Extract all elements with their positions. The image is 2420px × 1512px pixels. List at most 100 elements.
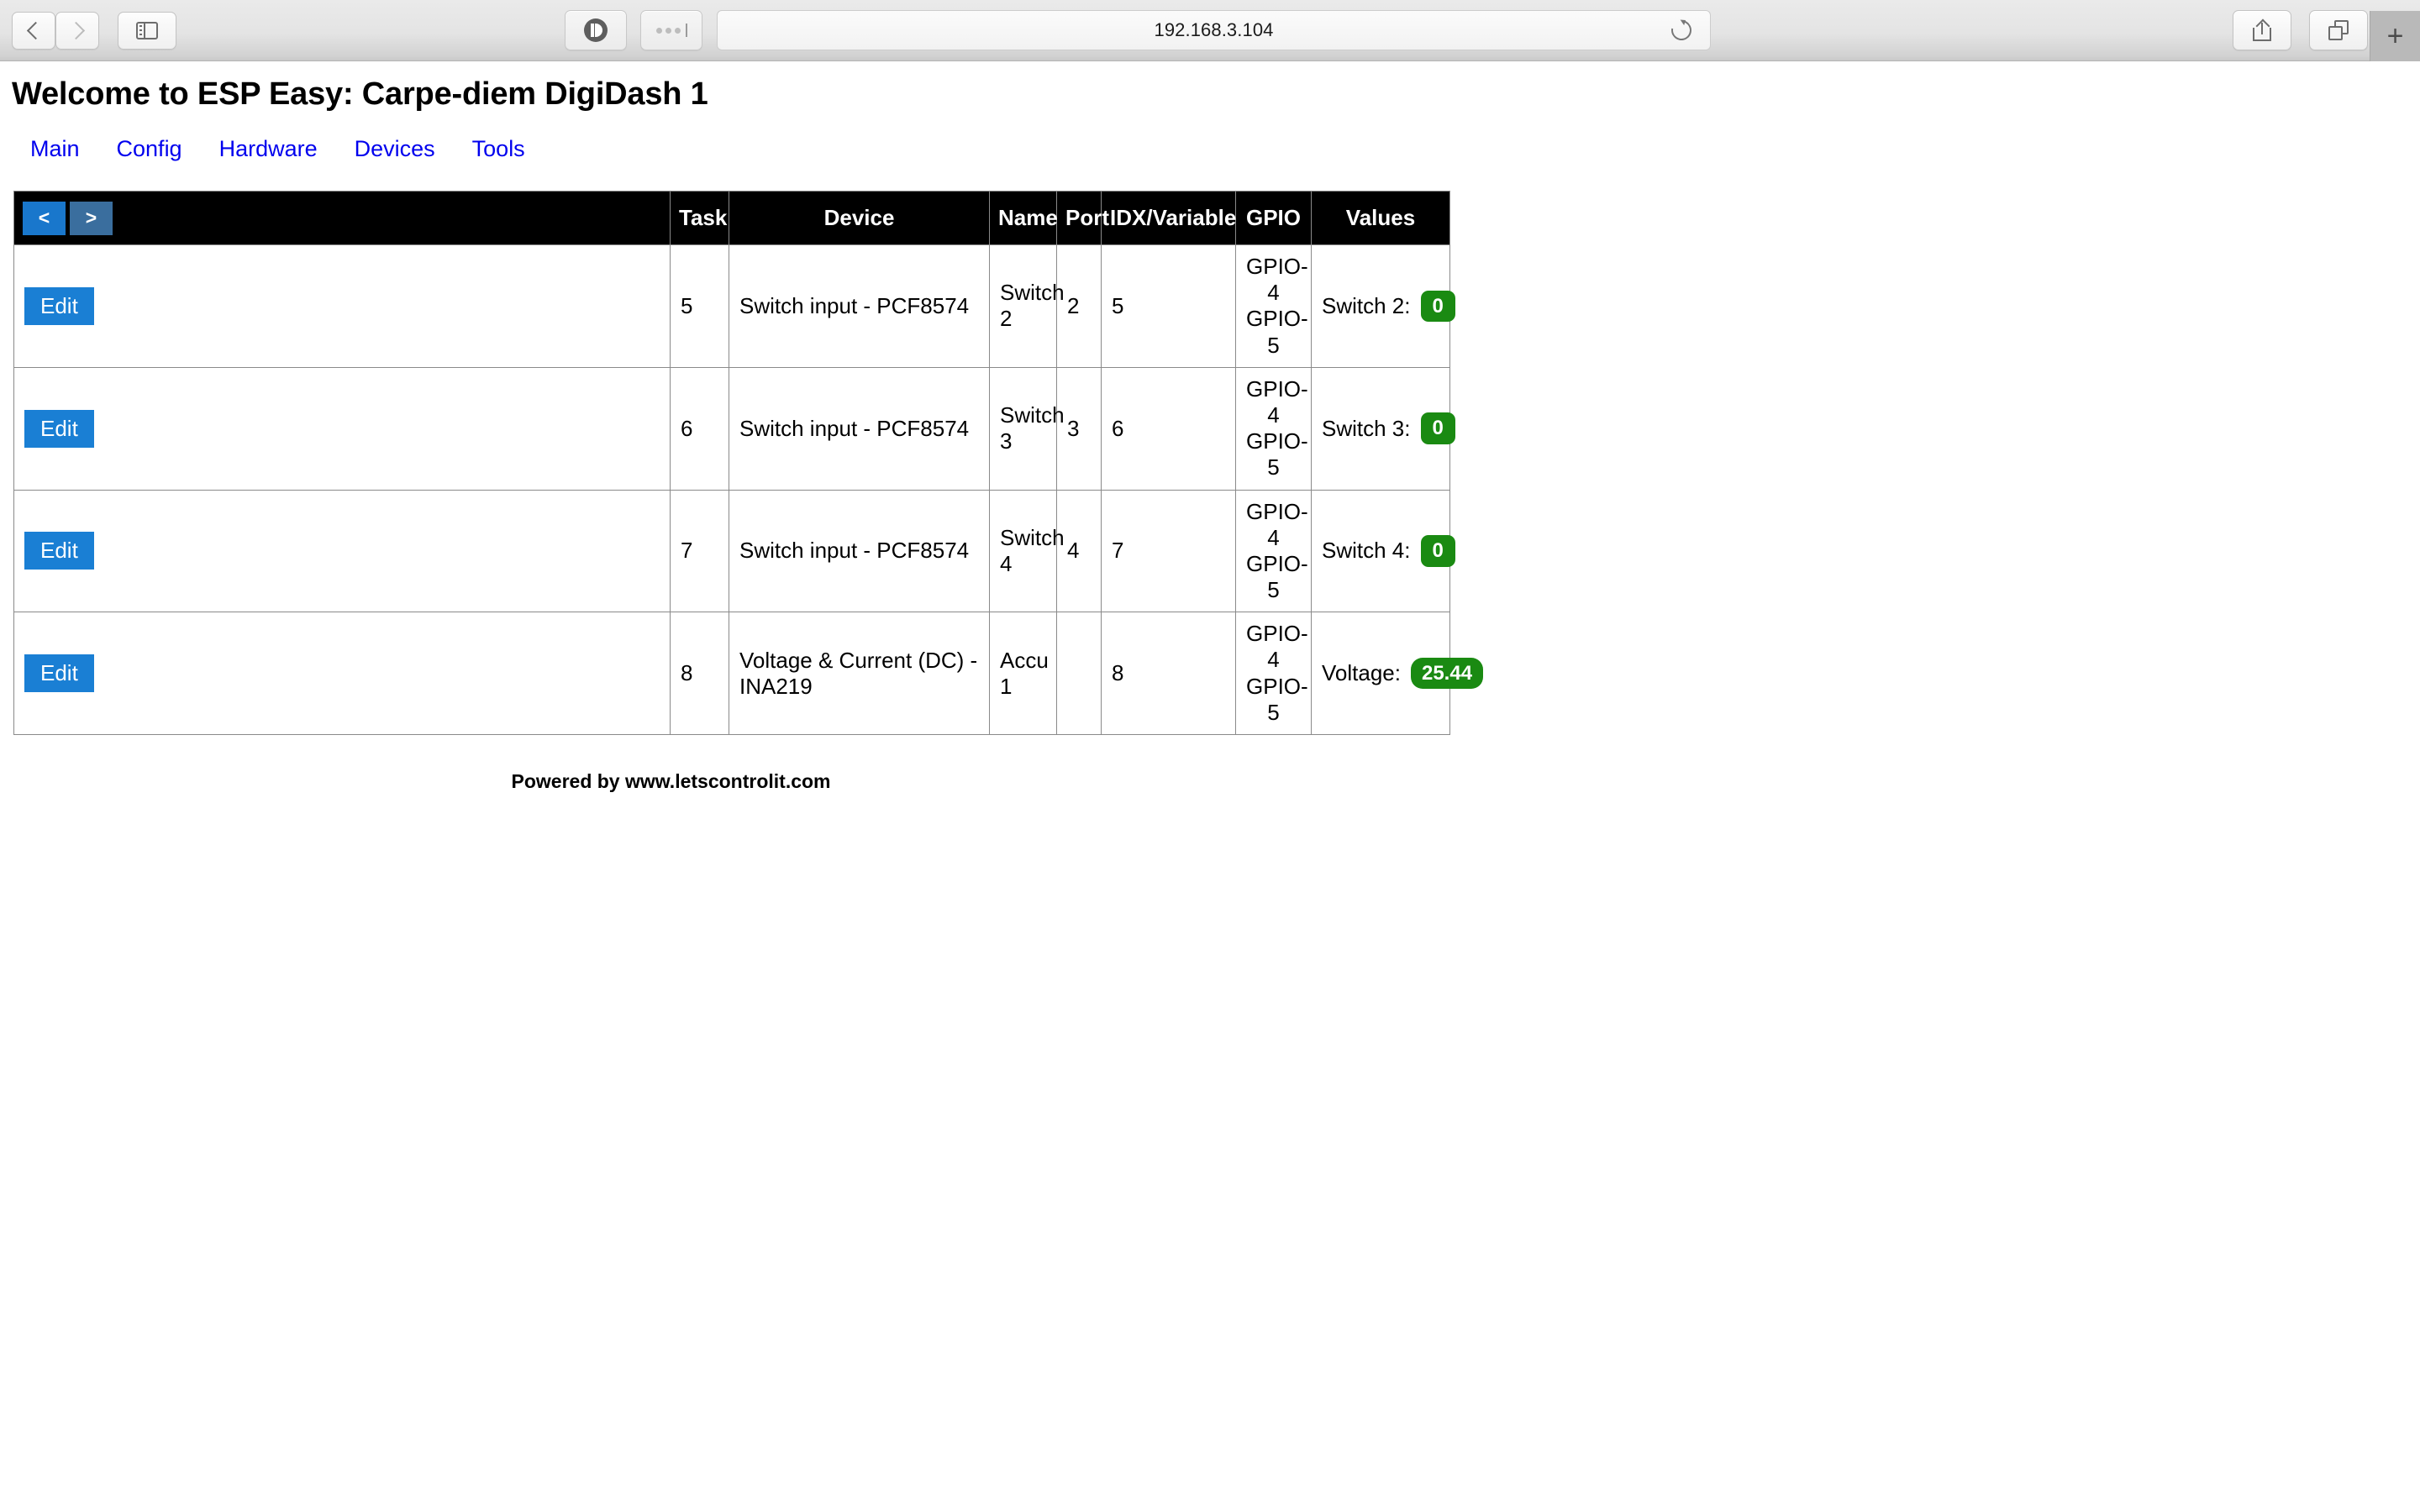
cell-task: 6 (670, 366, 729, 491)
column-header-port: Port (1056, 191, 1109, 245)
gpio-lines: GPIO-4 GPIO-5 (1246, 375, 1308, 481)
page-title: Welcome to ESP Easy: Carpe-diem DigiDash… (12, 76, 708, 112)
pager-prev-button[interactable]: < (23, 201, 66, 235)
value-label: Switch 2: (1322, 292, 1411, 318)
cell-idx: 8 (1101, 612, 1236, 735)
pushbullet-extension-button[interactable] (565, 10, 627, 50)
url-text: 192.168.3.104 (1154, 19, 1274, 40)
cell-task: 7 (670, 489, 729, 613)
value-group: Voltage: 25.44 (1322, 657, 1484, 690)
cell-port: 3 (1056, 366, 1102, 491)
main-nav: Main Config Hardware Devices Tools (0, 113, 2420, 162)
cell-device: Switch input - PCF8574 (729, 366, 990, 491)
devices-table-head: < > Task Device Name Port IDX/Variable G… (13, 191, 1450, 245)
gpio-lines: GPIO-4 GPIO-5 (1246, 621, 1308, 726)
share-button[interactable] (2233, 10, 2291, 50)
cell-port: 2 (1056, 244, 1102, 368)
value-label: Voltage: (1322, 660, 1401, 686)
status-badge: 0 (1420, 290, 1455, 323)
edit-cell: Edit (13, 366, 671, 491)
edit-button[interactable]: Edit (24, 654, 94, 693)
column-header-values: Values (1311, 191, 1450, 245)
new-tab-button[interactable]: + (2370, 11, 2420, 61)
gpio-line-1: GPIO-4 (1246, 621, 1308, 673)
page-content: Welcome to ESP Easy: Carpe-diem DigiDash… (0, 61, 2420, 793)
cell-task: 5 (670, 244, 729, 368)
cell-gpio: GPIO-4 GPIO-5 (1235, 489, 1312, 613)
column-header-task: Task (670, 191, 729, 245)
column-header-device: Device (729, 191, 990, 245)
pager-next-button[interactable]: > (70, 201, 113, 235)
value-group: Switch 4: 0 (1322, 535, 1455, 567)
value-group: Switch 2: 0 (1322, 290, 1455, 323)
gpio-lines: GPIO-4 GPIO-5 (1246, 498, 1308, 604)
back-button[interactable] (12, 12, 55, 50)
column-header-idx: IDX/Variable (1101, 191, 1236, 245)
address-bar[interactable]: 192.168.3.104 (717, 10, 1711, 50)
nav-link-hardware[interactable]: Hardware (219, 136, 318, 162)
edit-cell: Edit (13, 489, 671, 613)
cell-port (1056, 612, 1102, 735)
cell-idx: 7 (1101, 489, 1236, 613)
gpio-line-2: GPIO-5 (1246, 550, 1308, 603)
nav-link-tools[interactable]: Tools (472, 136, 525, 162)
table-row: Edit 7 Switch input - PCF8574 Switch 4 4… (13, 489, 1455, 613)
nav-link-devices[interactable]: Devices (355, 136, 435, 162)
gpio-line-2: GPIO-5 (1246, 428, 1308, 480)
tab-overview-button[interactable] (2309, 10, 2368, 50)
value-group: Switch 3: 0 (1322, 412, 1455, 444)
sidebar-toggle-icon (136, 22, 158, 39)
cell-values: Switch 2: 0 (1311, 244, 1455, 368)
devices-table: < > Task Device Name Port IDX/Variable G… (13, 191, 1484, 735)
show-tab-overview-icon (2328, 20, 2349, 40)
password-manager-icon (655, 24, 687, 37)
cell-values: Switch 4: 0 (1311, 489, 1455, 613)
browser-toolbar: 192.168.3.104 + (0, 0, 2420, 61)
cell-gpio: GPIO-4 GPIO-5 (1235, 366, 1312, 491)
cell-name: Accu 1 (989, 612, 1057, 735)
column-header-gpio: GPIO (1235, 191, 1312, 245)
status-badge: 0 (1420, 535, 1455, 567)
gpio-line-1: GPIO-4 (1246, 254, 1308, 306)
new-tab-label: + (2386, 20, 2404, 52)
share-icon (2253, 18, 2271, 41)
table-row: Edit 5 Switch input - PCF8574 Switch 2 2… (13, 244, 1455, 368)
devices-table-body: Edit 5 Switch input - PCF8574 Switch 2 2… (13, 244, 1484, 735)
cell-device: Switch input - PCF8574 (729, 244, 990, 368)
gpio-line-1: GPIO-4 (1246, 498, 1308, 550)
pushbullet-extension-icon (584, 18, 608, 42)
gpio-line-2: GPIO-5 (1246, 306, 1308, 358)
edit-button[interactable]: Edit (24, 286, 94, 325)
chevron-left-icon (26, 21, 45, 40)
cell-idx: 6 (1101, 366, 1236, 491)
cell-device: Switch input - PCF8574 (729, 489, 990, 613)
password-manager-button[interactable] (640, 10, 702, 50)
table-row: Edit 6 Switch input - PCF8574 Switch 3 3… (13, 366, 1455, 491)
sidebar-toggle-button[interactable] (118, 12, 176, 50)
gpio-line-2: GPIO-5 (1246, 673, 1308, 725)
nav-link-main[interactable]: Main (30, 136, 80, 162)
cell-port: 4 (1056, 489, 1102, 613)
edit-cell: Edit (13, 612, 671, 735)
cell-idx: 5 (1101, 244, 1236, 368)
edit-button[interactable]: Edit (24, 532, 94, 570)
reload-icon[interactable] (1667, 16, 1696, 45)
edit-cell: Edit (13, 244, 671, 368)
nav-link-config[interactable]: Config (117, 136, 182, 162)
value-label: Switch 3: (1322, 415, 1411, 441)
chevron-right-icon (66, 21, 85, 40)
forward-button[interactable] (55, 12, 99, 50)
cell-gpio: GPIO-4 GPIO-5 (1235, 244, 1312, 368)
column-header-name: Name (989, 191, 1058, 245)
pager-controls: < > (23, 201, 661, 235)
devices-table-wrapper: < > Task Device Name Port IDX/Variable G… (0, 162, 2420, 793)
value-label: Switch 4: (1322, 538, 1411, 564)
cell-task: 8 (670, 612, 729, 735)
edit-button[interactable]: Edit (24, 409, 94, 448)
cell-name: Switch 4 (989, 489, 1065, 613)
gpio-lines: GPIO-4 GPIO-5 (1246, 254, 1308, 359)
cell-values: Switch 3: 0 (1311, 366, 1455, 491)
gpio-line-1: GPIO-4 (1246, 375, 1308, 428)
table-row: Edit 8 Voltage & Current (DC) - INA219 A… (13, 612, 1484, 735)
page-footer: Powered by www.letscontrolit.com (511, 770, 831, 792)
